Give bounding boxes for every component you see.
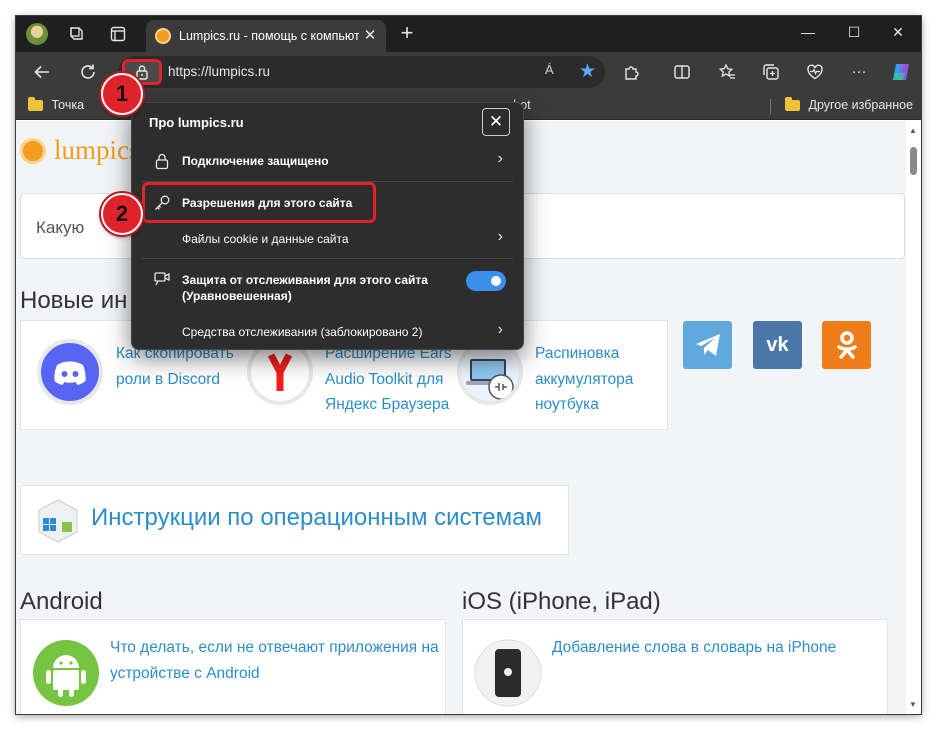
tracking-prevention-toggle[interactable]: [466, 271, 506, 291]
new-tab-button[interactable]: +: [396, 22, 418, 45]
lock-icon: [136, 65, 148, 80]
url-text: https://lumpics.ru: [168, 64, 271, 79]
folder-icon: [785, 97, 800, 112]
refresh-button[interactable]: [74, 58, 102, 86]
article-link-iphone[interactable]: Добавление слова в словарь на iPhone: [552, 635, 882, 661]
os-instructions-banner[interactable]: Инструкции по операционным системам: [20, 485, 569, 555]
active-tab[interactable]: Lumpics.ru - помощь с компьютером ✕: [146, 20, 386, 52]
favorite-star-icon[interactable]: ★: [579, 60, 596, 83]
ios-article-card: Добавление слова в словарь на iPhone: [462, 619, 888, 714]
bookmarks-divider: [770, 99, 771, 114]
scrollbar-thumb[interactable]: [910, 147, 917, 175]
bookmark-label: Точка: [51, 98, 85, 112]
address-bar[interactable]: https://lumpics.ru Á ★: [118, 56, 605, 88]
tracking-prevention-item: Защита от отслеживания для этого сайта (…: [132, 263, 523, 307]
os-cube-icon: [38, 499, 78, 543]
workspaces-icon[interactable]: [64, 22, 88, 46]
telegram-icon[interactable]: [683, 321, 732, 369]
new-articles-heading: Новые ин: [20, 287, 128, 314]
folder-icon: [28, 97, 43, 112]
minimize-button[interactable]: —: [785, 16, 831, 48]
extensions-icon[interactable]: [618, 58, 646, 86]
tab-bar: Lumpics.ru - помощь с компьютером ✕ + — …: [16, 16, 921, 52]
article-link-android[interactable]: Что делать, если не отвечают приложения …: [110, 635, 445, 686]
collections-icon[interactable]: [757, 58, 785, 86]
chevron-right-icon: ›: [497, 321, 503, 338]
tab-title: Lumpics.ru - помощь с компьютером: [179, 29, 359, 43]
permissions-highlight-frame: [142, 182, 376, 223]
discord-thumbnail[interactable]: [37, 339, 103, 405]
lock-icon: [155, 153, 169, 170]
lumpics-favicon-icon: [155, 28, 171, 44]
android-robot-icon[interactable]: [31, 638, 101, 708]
iphone-icon[interactable]: [473, 638, 543, 708]
cookies-item[interactable]: Файлы cookie и данные сайта ›: [132, 220, 523, 258]
step-1-badge: 1: [101, 73, 143, 115]
browser-essentials-icon[interactable]: [801, 58, 829, 86]
chevron-right-icon: ›: [497, 150, 503, 167]
tracking-prevention-label: Защита от отслеживания для этого сайта (…: [182, 273, 428, 303]
split-screen-icon[interactable]: [668, 58, 696, 86]
connection-secure-label: Подключение защищено: [182, 154, 329, 168]
more-menu-icon[interactable]: ···: [845, 58, 873, 86]
bookmark-label: Другое избранное: [808, 98, 914, 112]
odnoklassniki-icon[interactable]: [822, 321, 871, 369]
profile-avatar[interactable]: [26, 23, 48, 45]
scroll-up-icon[interactable]: ▲: [909, 126, 917, 135]
step-2-badge: 2: [101, 193, 143, 235]
vk-icon[interactable]: vk: [753, 321, 802, 369]
tab-actions-icon[interactable]: [106, 22, 130, 46]
favorites-icon[interactable]: [713, 58, 741, 86]
navigation-bar: https://lumpics.ru Á ★ ···: [16, 52, 921, 92]
lumpics-logo-icon[interactable]: [20, 138, 46, 164]
chevron-right-icon: ›: [497, 228, 503, 245]
other-favorites-folder[interactable]: Другое избранное: [785, 97, 914, 112]
tab-close-icon[interactable]: ✕: [360, 26, 380, 46]
page-scrollbar[interactable]: ▲ ▼: [906, 121, 921, 714]
trackers-item[interactable]: Средства отслеживания (заблокировано 2) …: [132, 313, 523, 351]
flyout-title: Про lumpics.ru: [149, 115, 244, 130]
article-link-ears[interactable]: Расширение Ears Audio Toolkit для Яндекс…: [325, 341, 460, 418]
flyout-divider: [142, 258, 513, 259]
bookmark-folder-tochka[interactable]: Точка: [28, 97, 85, 112]
connection-secure-item[interactable]: Подключение защищено ›: [132, 142, 523, 180]
read-aloud-icon[interactable]: Á: [545, 62, 554, 77]
ios-heading: iOS (iPhone, iPad): [462, 588, 661, 615]
scroll-down-icon[interactable]: ▼: [909, 700, 917, 709]
close-window-button[interactable]: ✕: [875, 16, 921, 48]
maximize-button[interactable]: ☐: [831, 16, 877, 48]
back-button[interactable]: [28, 58, 56, 86]
search-placeholder: Какую: [36, 218, 85, 237]
android-heading: Android: [20, 588, 103, 615]
flyout-close-button[interactable]: ✕: [482, 108, 510, 136]
cookies-label: Файлы cookie и данные сайта: [182, 232, 349, 246]
copilot-icon[interactable]: [887, 58, 915, 86]
android-article-card: Что делать, если не отвечают приложения …: [20, 619, 446, 714]
site-info-flyout: Про lumpics.ru ✕ Подключение защищено › …: [131, 102, 524, 350]
browser-window: Lumpics.ru - помощь с компьютером ✕ + — …: [16, 16, 921, 714]
tracking-camera-icon: [154, 272, 170, 286]
trackers-label: Средства отслеживания (заблокировано 2): [182, 325, 423, 339]
os-instructions-title: Инструкции по операционным системам: [91, 504, 542, 531]
site-logo[interactable]: lumpics: [54, 135, 140, 166]
article-link-battery[interactable]: Распиновка аккумулятора ноутбука: [535, 341, 655, 418]
